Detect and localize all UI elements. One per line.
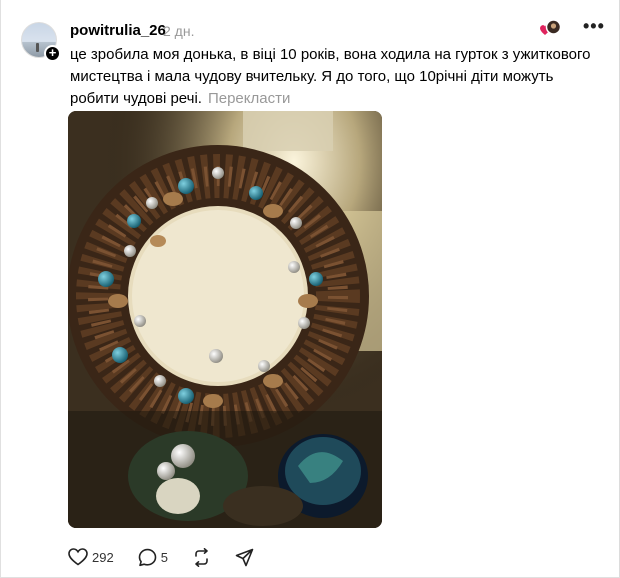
post-card: + powitrulia_26 2 дн. ••• це зробила моя… <box>0 0 620 578</box>
repost-icon <box>195 547 208 567</box>
post-body: це зробила моя донька, в віці 10 років, … <box>70 44 600 110</box>
author-username[interactable]: powitrulia_26 <box>70 22 166 39</box>
post-text: це зробила моя донька, в віці 10 років, … <box>70 46 591 107</box>
comments-count: 5 <box>160 549 168 565</box>
post-timestamp[interactable]: 2 дн. <box>163 23 194 39</box>
share-button[interactable] <box>235 548 254 567</box>
post-image[interactable] <box>68 111 382 528</box>
comment-icon <box>138 548 157 566</box>
follow-plus-icon[interactable]: + <box>44 45 61 62</box>
post-actions: 292 5 <box>68 546 278 568</box>
heart-avatar-reaction-icon <box>540 19 561 35</box>
likes-count: 292 <box>92 549 114 565</box>
author-avatar-container[interactable]: + <box>21 22 61 62</box>
comment-button[interactable]: 5 <box>138 548 168 567</box>
wreath-photo-illustration <box>68 111 382 528</box>
heart-icon <box>68 548 88 566</box>
more-options-button[interactable]: ••• <box>583 16 605 37</box>
repost-button[interactable] <box>192 547 211 567</box>
translate-link[interactable]: Перекласти <box>208 90 290 107</box>
like-button[interactable]: 292 <box>68 548 114 566</box>
share-icon <box>235 548 254 566</box>
